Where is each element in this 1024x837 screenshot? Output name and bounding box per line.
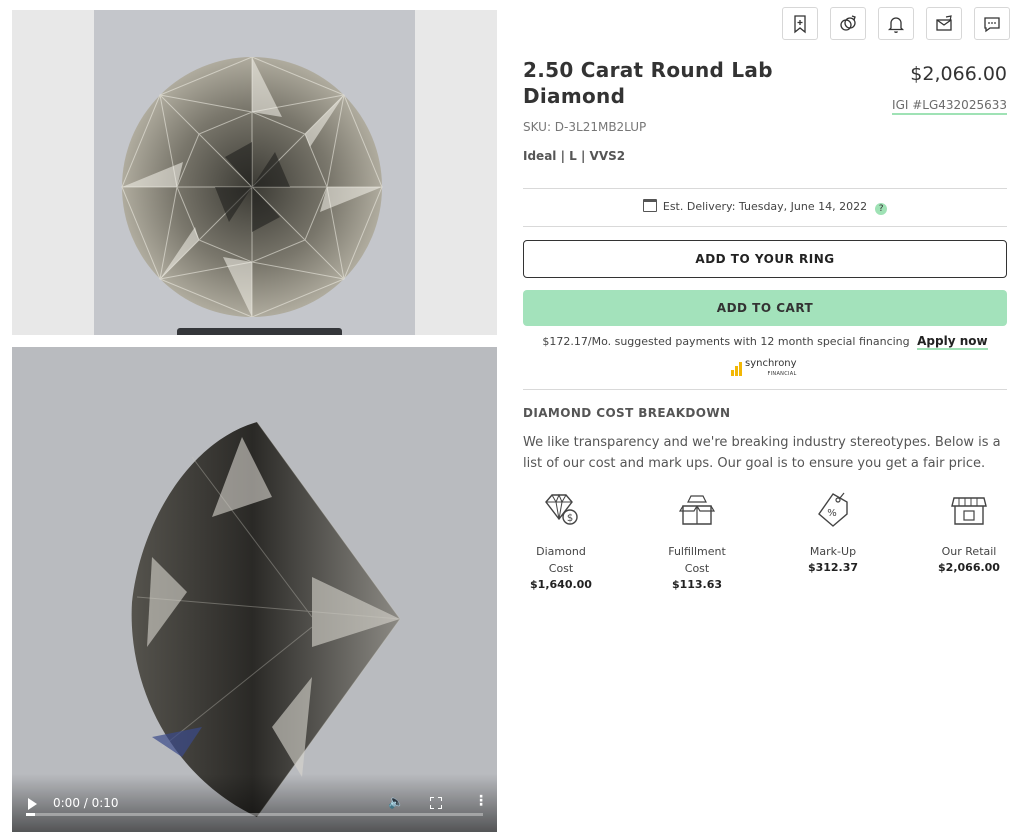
cost-label: Fulfillment Cost bbox=[668, 545, 726, 575]
ring-link-button[interactable] bbox=[830, 7, 866, 40]
diamond-stand bbox=[177, 328, 342, 335]
email-icon bbox=[936, 14, 952, 31]
diamond-side-graphic bbox=[131, 421, 401, 818]
divider bbox=[523, 188, 1007, 189]
synchrony-logo: synchrony FINANCIAL bbox=[731, 359, 797, 379]
video-progress-fill bbox=[26, 813, 36, 816]
storefront-icon bbox=[951, 497, 987, 525]
svg-text:$: $ bbox=[567, 513, 573, 524]
svg-text:%: % bbox=[827, 508, 837, 519]
synchrony-logo-mark bbox=[731, 362, 742, 376]
box-icon bbox=[678, 495, 716, 525]
bell-icon bbox=[887, 16, 905, 33]
product-title: 2.50 Carat Round Lab Diamond bbox=[523, 58, 773, 108]
cost-label: Our Retail bbox=[941, 545, 997, 558]
play-icon[interactable] bbox=[28, 798, 37, 810]
volume-icon[interactable]: 🔈 bbox=[388, 795, 404, 810]
video-progress-bar[interactable] bbox=[26, 813, 483, 816]
igi-certificate-link[interactable]: IGI #LG432025633 bbox=[892, 98, 1007, 115]
cost-item-markup: % Mark-Up $312.37 bbox=[795, 490, 871, 591]
product-price: $2,066.00 bbox=[910, 63, 1007, 85]
diamond-dollar-icon: $ bbox=[545, 493, 578, 525]
calendar-icon bbox=[642, 199, 657, 212]
financing-offer: $172.17/Mo. suggested payments with 12 m… bbox=[523, 334, 1007, 350]
product-sku: SKU: D-3L21MB2LUP bbox=[523, 120, 647, 134]
divider bbox=[523, 226, 1007, 227]
apply-now-link[interactable]: Apply now bbox=[917, 334, 988, 350]
chat-icon bbox=[984, 16, 1000, 32]
background-card bbox=[12, 10, 94, 335]
diamond-face-graphic bbox=[121, 57, 383, 317]
delivery-estimate: Est. Delivery: Tuesday, June 14, 2022? bbox=[523, 199, 1007, 215]
divider bbox=[523, 389, 1007, 390]
email-button[interactable] bbox=[926, 7, 962, 40]
cost-value: $2,066.00 bbox=[938, 561, 1000, 574]
cost-item-retail: Our Retail $2,066.00 bbox=[931, 490, 1007, 591]
synchrony-sub: FINANCIAL bbox=[767, 371, 797, 377]
cost-breakdown-description: We like transparency and we're breaking … bbox=[523, 435, 1001, 471]
action-toolbar bbox=[782, 7, 1010, 40]
cost-value: $312.37 bbox=[807, 561, 859, 574]
cost-value: $113.63 bbox=[671, 578, 723, 591]
background-card bbox=[415, 10, 497, 335]
cost-label: Mark-Up bbox=[809, 545, 857, 558]
cost-item-diamond: $ Diamond Cost $1,640.00 bbox=[523, 490, 599, 591]
cost-value: $1,640.00 bbox=[530, 578, 592, 591]
notification-button[interactable] bbox=[878, 7, 914, 40]
fullscreen-icon[interactable] bbox=[430, 797, 442, 809]
video-controls: 0:00 / 0:10 🔈 ⋮ bbox=[12, 774, 497, 832]
cost-label: Diamond Cost bbox=[536, 545, 586, 575]
price-tag-icon: % bbox=[818, 492, 848, 527]
bookmark-button[interactable] bbox=[782, 7, 818, 40]
diamond-top-image bbox=[12, 10, 497, 335]
chat-button[interactable] bbox=[974, 7, 1010, 40]
more-options-icon[interactable]: ⋮ bbox=[474, 794, 488, 808]
add-to-cart-button[interactable]: ADD TO CART bbox=[523, 290, 1007, 326]
delivery-text: Est. Delivery: Tuesday, June 14, 2022 bbox=[662, 200, 868, 213]
financing-text: $172.17/Mo. suggested payments with 12 m… bbox=[542, 335, 910, 348]
video-time: 0:00 / 0:10 bbox=[53, 796, 119, 810]
product-specs: Ideal | L | VVS2 bbox=[523, 149, 626, 163]
bookmark-icon bbox=[794, 14, 806, 33]
ring-link-icon bbox=[840, 14, 856, 31]
help-icon[interactable]: ? bbox=[875, 203, 888, 215]
add-to-ring-button[interactable]: ADD TO YOUR RING bbox=[523, 240, 1007, 278]
cost-breakdown-list: $ Diamond Cost $1,640.00 Fulfillment Cos… bbox=[523, 490, 1007, 591]
cost-item-fulfillment: Fulfillment Cost $113.63 bbox=[659, 490, 735, 591]
synchrony-brand: synchrony bbox=[745, 358, 797, 369]
cost-breakdown-title: DIAMOND COST BREAKDOWN bbox=[523, 406, 731, 420]
diamond-video-player[interactable]: 0:00 / 0:10 🔈 ⋮ bbox=[12, 347, 497, 832]
